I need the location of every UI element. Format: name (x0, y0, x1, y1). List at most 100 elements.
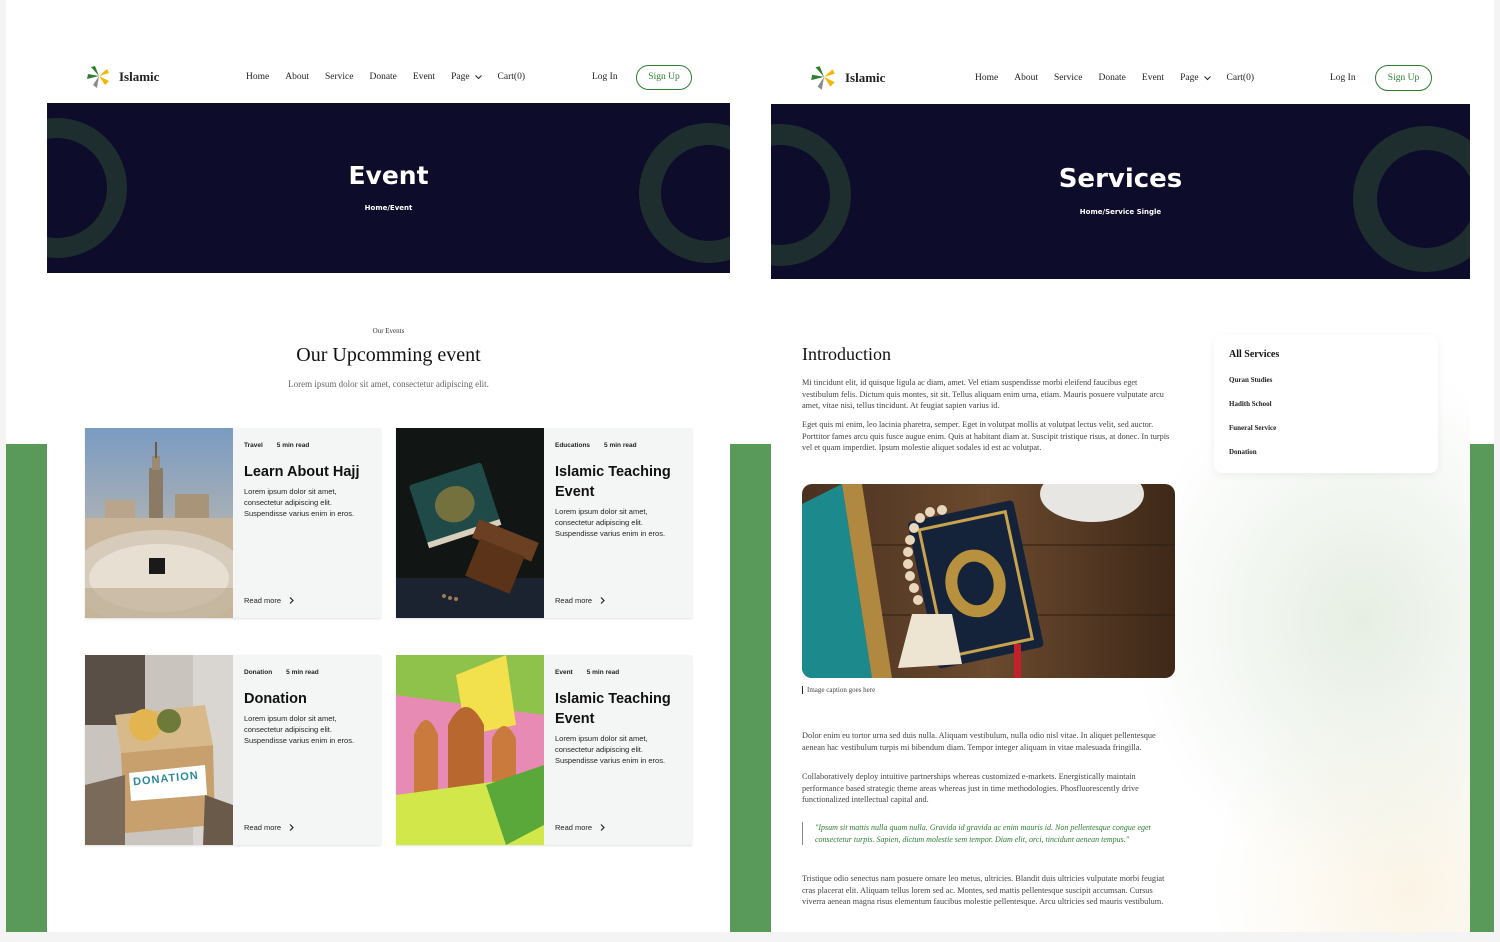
signup-button[interactable]: Sign Up (1375, 65, 1432, 91)
image-caption: Image caption goes here (802, 686, 875, 694)
nav-page[interactable]: Page (1180, 73, 1211, 83)
services-sidebar: All Services Quran Studies Hadith School… (1214, 335, 1438, 473)
card-description: Lorem ipsum dolor sit amet, consectetur … (244, 487, 355, 518)
intro-title: Introduction (802, 344, 891, 364)
nav-event[interactable]: Event (413, 72, 435, 82)
chevron-right-icon (600, 597, 605, 604)
body-paragraph: Collaboratively deploy intuitive partner… (802, 772, 1139, 804)
event-card-image: DONATION (85, 655, 233, 845)
nav-donate[interactable]: Donate (369, 72, 396, 82)
nav-service[interactable]: Service (1054, 73, 1083, 83)
event-page: Islamic Home About Service Donate Event … (47, 0, 730, 932)
signup-button[interactable]: Sign Up (636, 64, 692, 90)
read-more-link[interactable]: Read more (555, 596, 605, 605)
event-hero: Event Home/Event (47, 103, 730, 273)
event-card[interactable]: Event 5 min read Islamic Teaching Event … (396, 655, 692, 845)
pull-quote: "Ipsum sit mattis nulla quam nulla. Grav… (802, 822, 1172, 845)
card-description: Lorem ipsum dolor sit amet, consectetur … (555, 507, 666, 538)
nav-home[interactable]: Home (975, 73, 998, 83)
nav-about[interactable]: About (285, 72, 309, 82)
hero-ring-decoration (771, 124, 851, 266)
services-hero: Services Home/Service Single (771, 104, 1470, 279)
brand-logo[interactable]: Islamic (809, 63, 885, 93)
green-band-middle (730, 444, 771, 932)
read-more-link[interactable]: Read more (555, 823, 605, 832)
read-more-link[interactable]: Read more (244, 823, 294, 832)
read-more-link[interactable]: Read more (244, 596, 294, 605)
chevron-down-icon (474, 74, 482, 79)
hero-ring-decoration (1353, 126, 1470, 272)
nav-donate[interactable]: Donate (1098, 73, 1125, 83)
card-tags: Educations 5 min read (555, 442, 637, 449)
green-band-left (6, 444, 47, 932)
intro-paragraph: Mi tincidunt elit, id quisque ligula ac … (802, 378, 1164, 410)
nav-service[interactable]: Service (325, 72, 354, 82)
event-card-image (85, 428, 233, 618)
card-read-time: 5 min read (604, 442, 637, 449)
read-more-label: Read more (244, 823, 282, 832)
card-category: Event (555, 669, 573, 676)
main-menu: Home About Service Donate Event Page Car… (246, 72, 525, 82)
navbar: Islamic Home About Service Donate Event … (771, 58, 1470, 98)
event-card-body: Travel 5 min read Learn About Hajj Lorem… (244, 428, 373, 618)
card-tags: Event 5 min read (555, 669, 619, 676)
brand-name: Islamic (845, 70, 886, 85)
nav-event[interactable]: Event (1142, 73, 1164, 83)
card-title: Donation (244, 691, 307, 707)
logo-mark-icon (87, 66, 109, 88)
card-category: Educations (555, 442, 591, 449)
mosque-art-image (396, 655, 544, 845)
card-description: Lorem ipsum dolor sit amet, consectetur … (244, 714, 355, 745)
section-eyebrow: Our Events (372, 327, 405, 335)
nav-home[interactable]: Home (246, 72, 269, 82)
brand-logo[interactable]: Islamic (85, 63, 159, 91)
nav-cart[interactable]: Cart(0) (498, 72, 525, 82)
section-title: Our Upcomming event (296, 344, 481, 366)
nav-page-label: Page (451, 72, 470, 82)
main-menu: Home About Service Donate Event Page Car… (975, 73, 1254, 83)
breadcrumb: Home/Service Single (1079, 208, 1162, 216)
login-link[interactable]: Log In (592, 72, 618, 82)
card-title: Islamic Teaching Event (555, 691, 671, 727)
intro-paragraph: Eget quis mi enim, leo lacinia pharetra,… (802, 420, 1170, 452)
card-tags: Travel 5 min read (244, 442, 309, 449)
chevron-right-icon (289, 597, 294, 604)
sidebar-item-hadith-school[interactable]: Hadith School (1229, 400, 1272, 408)
read-more-label: Read more (555, 823, 593, 832)
event-card[interactable]: Educations 5 min read Islamic Teaching E… (396, 428, 692, 618)
service-image (802, 484, 1175, 678)
quran-rosary-image (802, 484, 1175, 678)
card-read-time: 5 min read (276, 442, 310, 449)
card-tags: Donation 5 min read (244, 669, 319, 676)
breadcrumb: Home/Event (364, 204, 413, 212)
event-card-image (396, 655, 544, 845)
card-title: Learn About Hajj (244, 464, 360, 480)
quran-stand-image (396, 428, 544, 618)
mecca-image (85, 428, 233, 618)
login-link[interactable]: Log In (1330, 73, 1356, 83)
hero-title: Services (1058, 164, 1183, 194)
sidebar-item-funeral-service[interactable]: Funeral Service (1229, 424, 1276, 432)
nav-page-label: Page (1180, 73, 1199, 83)
logo-mark-icon (811, 66, 835, 90)
nav-page[interactable]: Page (451, 72, 482, 82)
donation-box-image (85, 655, 233, 845)
nav-cart[interactable]: Cart(0) (1227, 73, 1254, 83)
chevron-down-icon (1203, 75, 1211, 80)
hero-ring-decoration (639, 123, 730, 263)
section-subtitle: Lorem ipsum dolor sit amet, consectetur … (288, 379, 489, 389)
services-page: Islamic Home About Service Donate Event … (771, 0, 1470, 932)
sidebar-item-donation[interactable]: Donation (1229, 448, 1257, 456)
event-card-body: Donation 5 min read Donation Lorem ipsum… (244, 655, 373, 845)
event-card[interactable]: DONATION Donation 5 min read Donation Lo… (85, 655, 381, 845)
green-band-right (1470, 444, 1494, 932)
event-card-image (396, 428, 544, 618)
brand-name: Islamic (119, 69, 160, 84)
nav-about[interactable]: About (1014, 73, 1038, 83)
event-card-body: Event 5 min read Islamic Teaching Event … (555, 655, 684, 845)
card-read-time: 5 min read (286, 669, 319, 676)
sidebar-item-quran-studies[interactable]: Quran Studies (1229, 376, 1272, 384)
body-paragraph: Tristique odio senectus nam posuere orna… (802, 874, 1165, 906)
event-card-body: Educations 5 min read Islamic Teaching E… (555, 428, 684, 618)
event-card[interactable]: Travel 5 min read Learn About Hajj Lorem… (85, 428, 381, 618)
